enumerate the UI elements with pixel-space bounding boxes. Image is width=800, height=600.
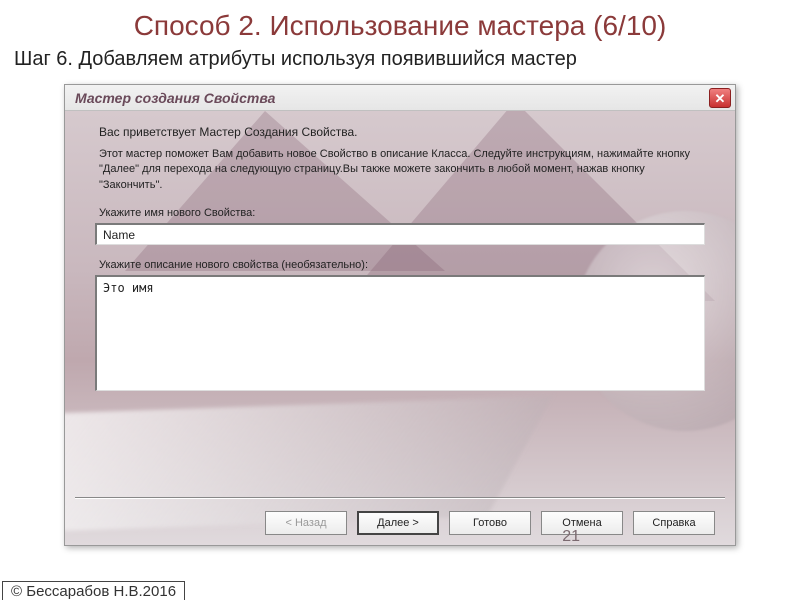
dialog-title: Мастер создания Свойства	[65, 90, 275, 106]
close-button[interactable]: ✕	[709, 88, 731, 108]
name-label: Укажите имя нового Свойства:	[95, 207, 705, 219]
copyright: © Бессарабов Н.В.2016	[2, 581, 185, 600]
finish-button[interactable]: Готово	[449, 511, 531, 535]
dialog-content: Вас приветствует Мастер Создания Свойств…	[65, 111, 735, 545]
divider	[75, 497, 725, 499]
close-icon: ✕	[715, 92, 726, 105]
page-number: 21	[562, 528, 580, 546]
description-label: Укажите описание нового свойства (необяз…	[95, 259, 705, 271]
wizard-dialog: Мастер создания Свойства ✕ Вас приветств…	[64, 84, 736, 546]
intro-heading: Вас приветствует Мастер Создания Свойств…	[95, 125, 705, 139]
property-name-input[interactable]	[95, 223, 705, 245]
property-description-input[interactable]	[95, 275, 705, 391]
help-button[interactable]: Справка	[633, 511, 715, 535]
intro-text: Этот мастер поможет Вам добавить новое С…	[95, 147, 705, 193]
slide-title: Способ 2. Использование мастера (6/10)	[0, 0, 800, 48]
next-button[interactable]: Далее >	[357, 511, 439, 535]
cancel-button[interactable]: Отмена	[541, 511, 623, 535]
back-button[interactable]: < Назад	[265, 511, 347, 535]
titlebar: Мастер создания Свойства ✕	[65, 85, 735, 111]
step-text: Шаг 6. Добавляем атрибуты используя появ…	[0, 48, 800, 79]
button-row: < Назад Далее > Готово Отмена Справка	[65, 511, 735, 535]
